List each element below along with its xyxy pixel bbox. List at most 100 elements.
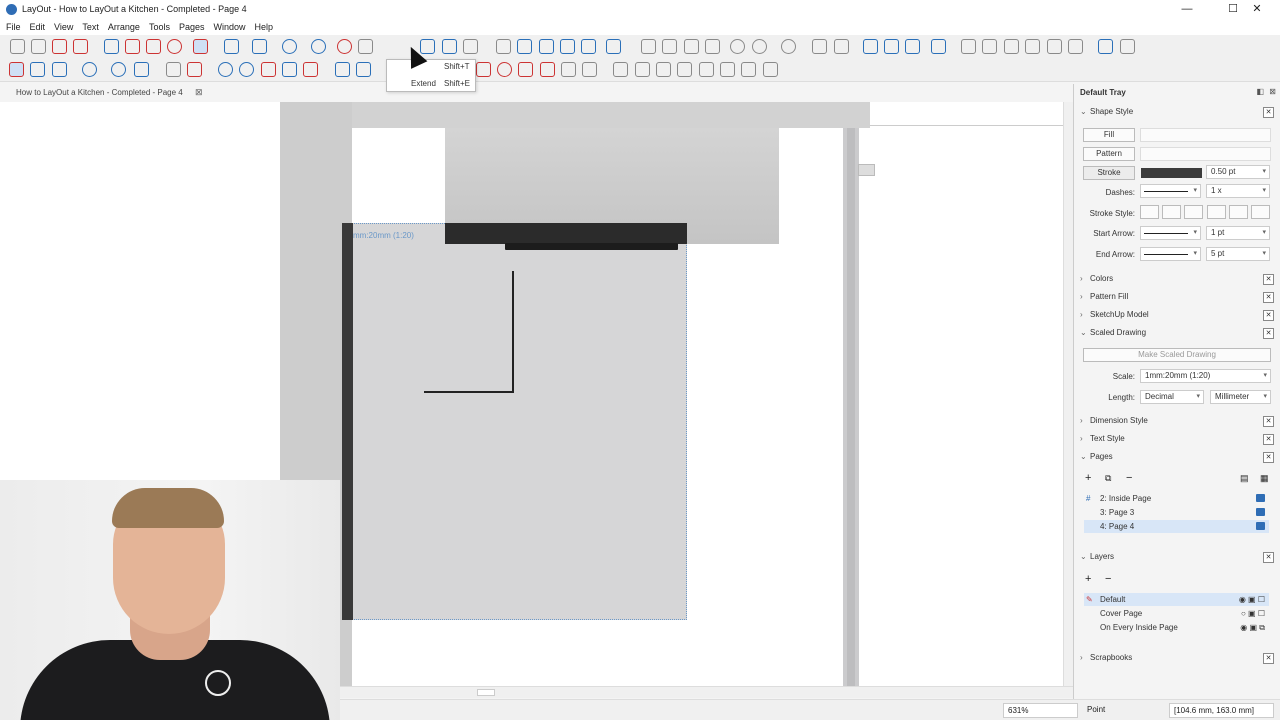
join-round-icon[interactable] [1229,205,1248,219]
layer-list-item[interactable]: Cover Page ○ ▣ ☐ [1084,607,1269,620]
move-handle-icon[interactable] [476,62,491,77]
move-icon[interactable] [125,39,140,54]
zoom-window-icon[interactable] [261,62,276,77]
visibility-lock-icons[interactable]: ◉ ▣ ☐ [1239,593,1265,606]
stroke-color-swatch[interactable] [1141,168,1202,178]
section-pattern-fill[interactable]: › Pattern Fill ✕ [1080,292,1274,306]
bezier-tool-icon[interactable] [30,62,45,77]
layer-list-item-selected[interactable]: ✎ Default ◉ ▣ ☐ [1084,593,1269,606]
horizontal-scrollbar[interactable] [280,686,1073,698]
copy-icon[interactable] [662,39,677,54]
polyline-tool-icon[interactable] [134,62,149,77]
minimize-button[interactable]: — [1164,0,1210,18]
stroke-button[interactable]: Stroke [1083,166,1135,180]
close-section-icon[interactable]: ✕ [1263,274,1274,285]
align-bottom-icon[interactable] [1068,39,1083,54]
dash-scale-dropdown[interactable]: 1 x [1206,184,1270,198]
document-tab[interactable]: How to LayOut a Kitchen - Completed - Pa… [16,88,183,97]
menu-arrange[interactable]: Arrange [108,22,140,32]
erase-tool-icon[interactable] [31,39,46,54]
scale-dropdown[interactable]: 1mm:20mm (1:20) [1140,369,1271,383]
thumbnail-view-icon[interactable]: ▦ [1260,473,1269,484]
page-list-item[interactable]: 3: Page 3 [1084,506,1269,519]
layer-list-item[interactable]: On Every Inside Page ◉ ▣ ⧉ [1084,621,1269,634]
group-icon[interactable] [812,39,827,54]
vertical-scrollbar[interactable] [1063,102,1073,686]
table-icon[interactable] [884,39,899,54]
join-bevel-icon[interactable] [1251,205,1270,219]
popup-item-extend[interactable]: Extend [411,79,436,88]
fill-swatch[interactable] [1140,128,1271,142]
menu-tools[interactable]: Tools [149,22,170,32]
cap-flat-icon[interactable] [1140,205,1159,219]
close-section-icon[interactable]: ✕ [1263,416,1274,427]
fill-button[interactable]: Fill [1083,128,1135,142]
close-section-icon[interactable]: ✕ [1263,328,1274,339]
distribute-icon[interactable] [561,62,576,77]
cap-round-icon[interactable] [1162,205,1181,219]
menu-file[interactable]: File [6,22,21,32]
menu-text[interactable]: Text [82,22,99,32]
section-layers[interactable]: ⌄ Layers ✕ [1080,552,1274,566]
bring-front-icon[interactable] [613,62,628,77]
section-text-style[interactable]: › Text Style ✕ [1080,434,1274,448]
menu-window[interactable]: Window [213,22,245,32]
pencil-icon[interactable] [187,62,202,77]
unlock-icon[interactable] [720,62,735,77]
pattern-swatch[interactable] [1140,147,1271,161]
arc-tool-icon[interactable] [224,39,239,54]
insert-text-icon[interactable] [905,39,920,54]
delete-layer-icon[interactable]: − [1105,573,1111,585]
tray-close-icon[interactable]: ⊠ [1269,87,1276,96]
rectangle-tool-icon[interactable] [252,39,267,54]
section-dimension-style[interactable]: › Dimension Style ✕ [1080,416,1274,430]
dimension-tool-icon[interactable] [463,39,478,54]
fit-icon[interactable] [303,62,318,77]
grid-icon[interactable] [863,39,878,54]
polygon-tool-icon[interactable] [311,39,326,54]
lock-icon[interactable] [699,62,714,77]
new-page-icon[interactable] [335,62,350,77]
drawn-line-horizontal[interactable] [424,391,514,393]
paint-tool-icon[interactable] [517,39,532,54]
scale-icon[interactable] [146,39,161,54]
style-sampler-icon[interactable] [931,39,946,54]
close-section-icon[interactable]: ✕ [1263,292,1274,303]
page-list-item-selected[interactable]: 4: Page 4 [1084,520,1269,533]
zoom-tool-icon[interactable] [606,39,621,54]
table-tool-icon[interactable] [496,39,511,54]
flip-icon[interactable] [540,62,555,77]
eyedropper-icon[interactable] [560,39,575,54]
rotate-handle-icon[interactable] [497,62,512,77]
menu-pages[interactable]: Pages [179,22,205,32]
pin-icon[interactable]: ◧ [1256,87,1264,96]
list-view-icon[interactable]: ▤ [1240,473,1249,484]
pattern-button[interactable]: Pattern [1083,147,1135,161]
close-section-icon[interactable]: ✕ [1263,434,1274,445]
section-shape-style[interactable]: ⌄ Shape Style ✕ [1080,107,1274,121]
link-icon[interactable] [1098,39,1113,54]
zoom-level-field[interactable]: 631% [1003,703,1078,718]
close-section-icon[interactable]: ✕ [1263,552,1274,563]
visibility-lock-icons[interactable]: ◉ ▣ ⧉ [1240,621,1265,634]
zoom-extents-icon[interactable] [282,62,297,77]
explode-icon[interactable] [763,62,778,77]
end-arrow-size-dropdown[interactable]: 5 pt [1206,247,1270,261]
eraser-icon[interactable] [73,39,88,54]
start-arrow-size-dropdown[interactable]: 1 pt [1206,226,1270,240]
join-miter-icon[interactable] [1207,205,1226,219]
offset-tool-icon[interactable] [337,39,352,54]
align-top-icon[interactable] [1025,39,1040,54]
align-left-icon[interactable] [961,39,976,54]
section-scrapbooks[interactable]: › Scrapbooks ✕ [1080,653,1274,667]
section-colors[interactable]: › Colors ✕ [1080,274,1274,288]
pan-tool-icon[interactable] [581,39,596,54]
pie-tool-icon[interactable] [111,62,126,77]
send-back-icon[interactable] [677,62,692,77]
send-backward-icon[interactable] [656,62,671,77]
close-section-icon[interactable]: ✕ [1263,452,1274,463]
zoom-out-icon[interactable] [239,62,254,77]
join-icon[interactable] [741,62,756,77]
section-pages[interactable]: ⌄ Pages ✕ [1080,452,1274,466]
clip-mask-icon[interactable] [166,62,181,77]
